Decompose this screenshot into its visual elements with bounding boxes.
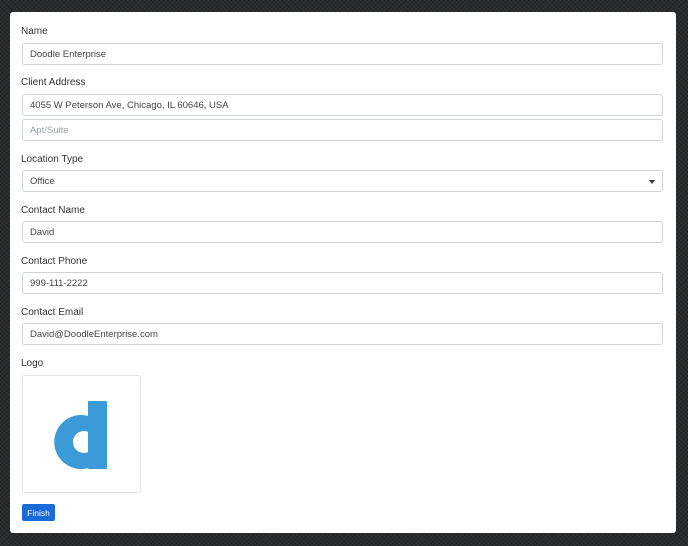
contact-phone-input[interactable]: 999-111-2222 — [22, 272, 663, 294]
location-type-value: Office — [30, 175, 55, 187]
logo-label: Logo — [21, 358, 44, 369]
contact-email-input[interactable]: David@DoodleEnterprise.com — [22, 323, 663, 345]
name-input[interactable]: Doodle Enterprise — [22, 43, 663, 65]
chevron-down-icon — [649, 180, 655, 184]
location-type-select[interactable]: Office — [22, 170, 663, 192]
form-panel: Name Doodle Enterprise Client Address 40… — [10, 12, 676, 533]
contact-name-input[interactable]: David — [22, 221, 663, 243]
logo-image[interactable] — [22, 375, 141, 493]
client-address-input[interactable]: 4055 W Peterson Ave, Chicago, IL 60646, … — [22, 94, 663, 116]
client-address-label: Client Address — [21, 77, 86, 88]
contact-email-label: Contact Email — [21, 307, 84, 318]
apt-suite-input[interactable]: Apt/Suite — [22, 119, 663, 141]
contact-name-label: Contact Name — [21, 205, 85, 216]
location-type-label: Location Type — [21, 154, 84, 165]
name-label: Name — [21, 26, 48, 37]
doodle-d-logo-icon — [54, 401, 107, 469]
finish-button[interactable]: Finish — [22, 504, 55, 521]
contact-phone-label: Contact Phone — [21, 256, 88, 267]
